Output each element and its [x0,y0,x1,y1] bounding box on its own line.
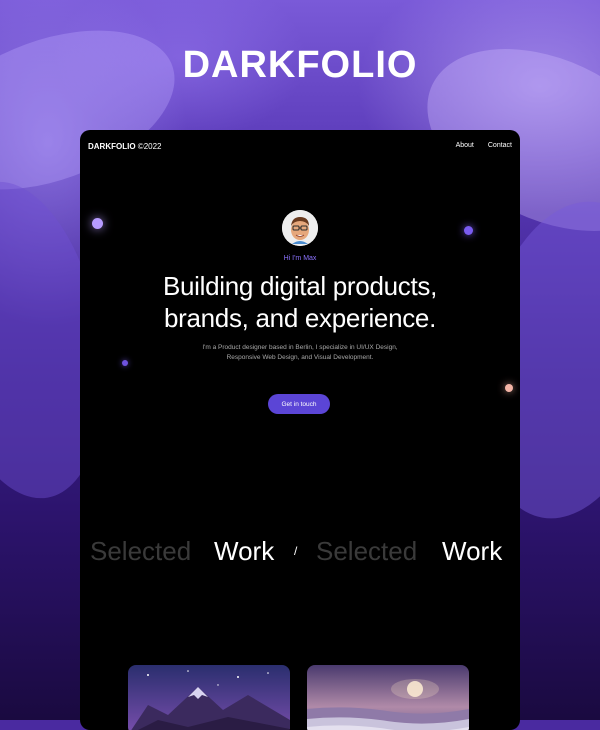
marquee-text: Selected [90,536,192,566]
ocean-sunset-image-icon [307,665,469,730]
decor-dot [92,218,103,229]
avatar [282,210,318,246]
decor-dot [505,384,513,392]
marquee-text: Selected [316,536,418,566]
nav-link-about[interactable]: About [456,142,474,149]
hero-description: I'm a Product designer based in Berlin, … [180,343,420,363]
nav-link-contact[interactable]: Contact [488,142,512,149]
hero-headline-line: brands, and experience. [163,303,437,333]
nav-links: About Contact [456,142,512,149]
memoji-avatar-icon [282,210,318,246]
site-preview-frame: DARKFOLIO ©2022 About Contact Hi I'm Max… [80,130,520,730]
marquee-separator: / [294,544,298,558]
get-in-touch-button[interactable]: Get in touch [268,394,330,414]
work-card[interactable] [307,665,469,730]
hero-greeting: Hi I'm Max [283,255,317,262]
decor-dot [464,226,473,235]
marquee-text: Work [214,536,275,566]
hero-headline: Building digital products, brands, and e… [80,270,520,334]
nav-logo-text: DARKFOLIO [88,142,136,151]
marquee-text: Work [442,536,503,566]
brand-title: DARKFOLIO [182,44,418,86]
hero-description-line: Responsive Web Design, and Visual Develo… [226,354,374,361]
mountain-galaxy-image-icon [128,665,290,730]
selected-work-marquee: Selected Work / Selected Work [80,534,520,570]
hero-headline-line: Building digital products, [162,271,438,301]
nav-logo[interactable]: DARKFOLIO ©2022 [88,142,162,151]
hero-description-line: I'm a Product designer based in Berlin, … [202,344,398,351]
nav-logo-year: ©2022 [137,142,162,151]
work-card[interactable] [128,665,290,730]
decor-dot [122,360,128,366]
